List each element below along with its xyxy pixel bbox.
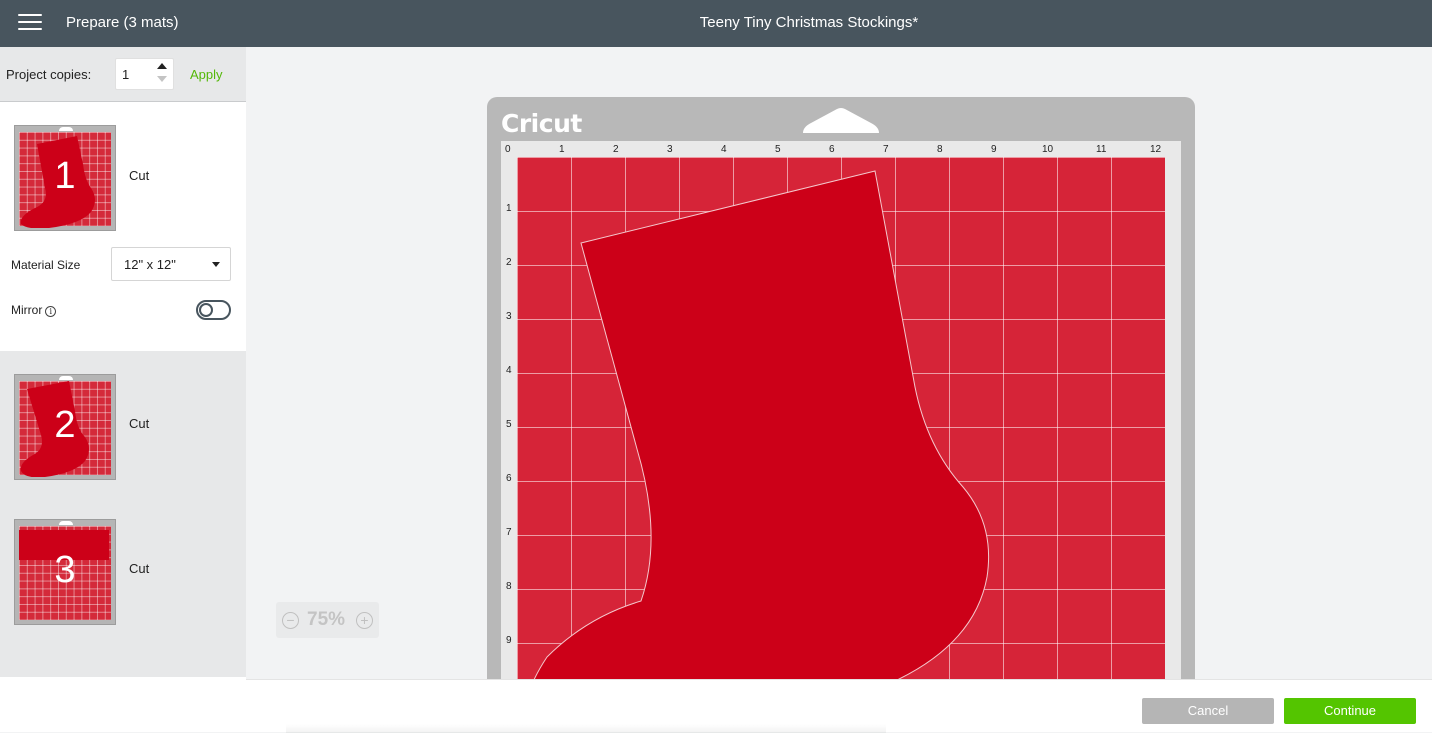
ruler-top-label: 5 <box>775 144 781 155</box>
cricut-logo: Cricut <box>501 109 582 138</box>
mat-grid <box>517 157 1165 679</box>
material-size-label: Material Size <box>11 258 81 272</box>
copies-increment-icon[interactable] <box>157 63 167 69</box>
ruler-left-label: 4 <box>506 365 512 376</box>
mat-panel-1: 1 Cut Material Size 12" x 12" Mirror i <box>0 103 246 351</box>
action-footer: Cancel Continue <box>246 679 1432 733</box>
inactive-mats-area: 2 Cut 3 Cut <box>0 351 246 677</box>
ruler-top-label: 12 <box>1150 144 1162 155</box>
ruler-left-label: 6 <box>506 473 512 484</box>
chevron-down-icon <box>212 262 220 267</box>
ruler-left-label: 5 <box>506 419 512 430</box>
ruler-top-label: 7 <box>883 144 889 155</box>
ruler-top-label: 0 <box>505 144 511 155</box>
mat-label-2: Cut <box>129 416 150 431</box>
mat-number-2: 2 <box>54 404 76 446</box>
stocking-shape[interactable] <box>517 157 1165 679</box>
ruler-top-label: 11 <box>1096 144 1107 155</box>
mat-thumbnail-2[interactable]: 2 <box>14 374 116 480</box>
zoom-level: 75% <box>307 609 346 630</box>
project-copies-label: Project copies: <box>6 67 92 82</box>
project-title: Teeny Tiny Christmas Stockings* <box>699 14 919 31</box>
mat-sidebar: Project copies: 1 Apply 1 Cut Material S… <box>0 47 246 732</box>
mat-preview-canvas[interactable]: Cricut 0 1 2 3 4 5 6 7 8 9 10 11 12 123456789 − 75% … <box>246 47 1432 679</box>
cancel-button[interactable]: Cancel <box>1142 698 1274 724</box>
apply-button[interactable]: Apply <box>190 67 223 82</box>
ruler-top-label: 9 <box>991 144 997 155</box>
continue-button[interactable]: Continue <box>1284 698 1416 724</box>
ruler-top-label: 10 <box>1042 144 1054 155</box>
zoom-in-icon[interactable]: + <box>356 612 373 629</box>
ruler-top-label: 4 <box>721 144 727 155</box>
ruler-top-label: 6 <box>829 144 835 155</box>
ruler-left-label: 3 <box>506 311 512 322</box>
ruler-left-label: 9 <box>506 635 512 646</box>
info-icon[interactable]: i <box>45 306 57 317</box>
copies-decrement-icon[interactable] <box>157 76 167 82</box>
mat-thumbnail-3[interactable]: 3 <box>14 519 116 625</box>
ruler-top-label: 1 <box>559 144 565 155</box>
mat-label-3: Cut <box>129 561 150 576</box>
ruler-left-label: 7 <box>506 527 512 538</box>
mirror-label: Mirror i <box>11 303 57 317</box>
zoom-out-icon[interactable]: − <box>282 612 299 629</box>
ruler-left-label: 1 <box>506 203 512 214</box>
mirror-toggle[interactable] <box>196 300 231 320</box>
mat-notch-icon <box>803 108 879 133</box>
mat-number-3: 3 <box>54 549 76 591</box>
ruler-left-label: 8 <box>506 581 512 592</box>
ruler-left-label: 2 <box>506 257 512 268</box>
ruler-top-label: 3 <box>667 144 673 155</box>
sidebar-footer-area <box>0 677 246 732</box>
mat-label-1: Cut <box>129 168 150 183</box>
mat-number-1: 1 <box>54 155 76 197</box>
project-copies-row: Project copies: 1 Apply <box>0 47 246 102</box>
zoom-control: − 75% + <box>276 602 379 638</box>
ruler-top-label: 2 <box>613 144 619 155</box>
mat-thumbnail-1[interactable]: 1 <box>14 125 116 231</box>
cutting-mat: Cricut 0 1 2 3 4 5 6 7 8 9 10 11 12 123456789 <box>487 97 1195 679</box>
top-header: Prepare (3 mats) Teeny Tiny Christmas St… <box>0 0 1432 47</box>
ruler-top-label: 8 <box>937 144 943 155</box>
